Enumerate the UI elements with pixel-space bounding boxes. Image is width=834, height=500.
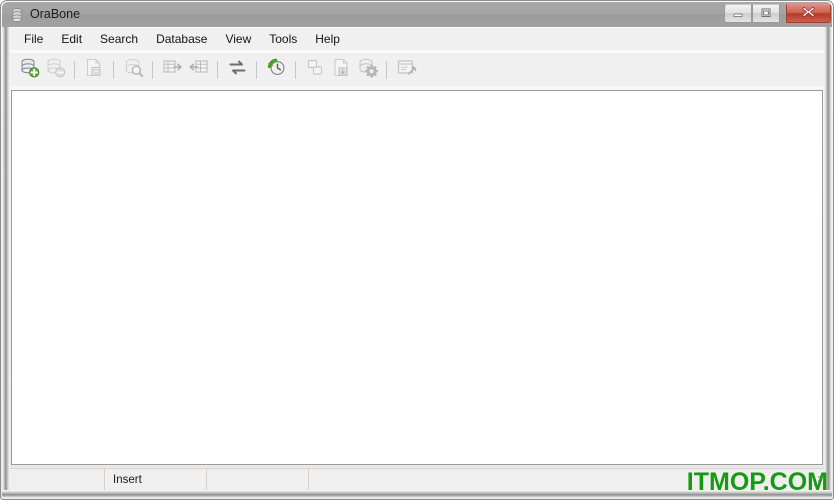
status-cell-position [10, 469, 105, 490]
window-wrench-icon [396, 57, 417, 83]
menu-item-view[interactable]: View [216, 29, 260, 49]
resize-grip-icon[interactable] [809, 475, 822, 488]
maximize-icon [760, 5, 772, 23]
remove-database-button[interactable] [42, 57, 68, 83]
maximize-button[interactable] [752, 4, 780, 23]
menu-item-file[interactable]: File [15, 29, 52, 49]
window-title: OraBone [30, 7, 81, 21]
document-script-icon [331, 57, 352, 83]
table-import-icon [188, 57, 209, 83]
script-document-button[interactable] [328, 57, 354, 83]
document-area[interactable] [11, 90, 823, 465]
application-window: OraBone File Edit Search Database View T… [0, 0, 834, 500]
title-bar[interactable]: OraBone [2, 2, 832, 27]
database-add-icon [19, 57, 40, 83]
toolbar-separator-3 [152, 60, 153, 79]
database-stack-icon [9, 7, 25, 23]
toolbar-separator-7 [386, 60, 387, 79]
status-cell-message [309, 469, 824, 490]
toolbar-separator-1 [74, 60, 75, 79]
menu-item-database[interactable]: Database [147, 29, 216, 49]
import-table-button[interactable] [185, 57, 211, 83]
export-table-button[interactable] [159, 57, 185, 83]
database-remove-icon [45, 57, 66, 83]
menu-item-edit[interactable]: Edit [52, 29, 91, 49]
toolbar-separator-6 [295, 60, 296, 79]
minimize-button[interactable] [724, 4, 752, 23]
editor-options-button[interactable] [393, 57, 419, 83]
sync-arrows-icon [227, 57, 248, 83]
document-copy-icon [84, 57, 105, 83]
status-cell-modified [207, 469, 309, 490]
minimize-icon [732, 5, 744, 23]
table-export-icon [162, 57, 183, 83]
status-bar: Insert [10, 468, 824, 490]
menu-item-tools[interactable]: Tools [260, 29, 306, 49]
close-icon [801, 5, 816, 23]
window-frame-left [2, 27, 10, 498]
window-frame-bottom [2, 490, 832, 498]
search-database-button[interactable] [120, 57, 146, 83]
copy-object-button[interactable] [81, 57, 107, 83]
toolbar-separator-2 [113, 60, 114, 79]
menu-item-search[interactable]: Search [91, 29, 147, 49]
toolbar [10, 53, 824, 86]
database-settings-button[interactable] [354, 57, 380, 83]
status-cell-insert-mode: Insert [105, 469, 207, 490]
window-frame-right [824, 27, 832, 498]
database-search-icon [123, 57, 144, 83]
refresh-button[interactable] [224, 57, 250, 83]
menu-item-help[interactable]: Help [306, 29, 349, 49]
overlapping-squares-icon [305, 57, 326, 83]
toolbar-separator-4 [217, 60, 218, 79]
duplicate-button[interactable] [302, 57, 328, 83]
menu-bar: File Edit Search Database View Tools Hel… [10, 28, 824, 50]
clock-history-icon [266, 57, 287, 83]
database-gear-icon [357, 57, 378, 83]
close-button[interactable] [786, 4, 831, 23]
add-database-button[interactable] [16, 57, 42, 83]
history-button[interactable] [263, 57, 289, 83]
toolbar-separator-5 [256, 60, 257, 79]
